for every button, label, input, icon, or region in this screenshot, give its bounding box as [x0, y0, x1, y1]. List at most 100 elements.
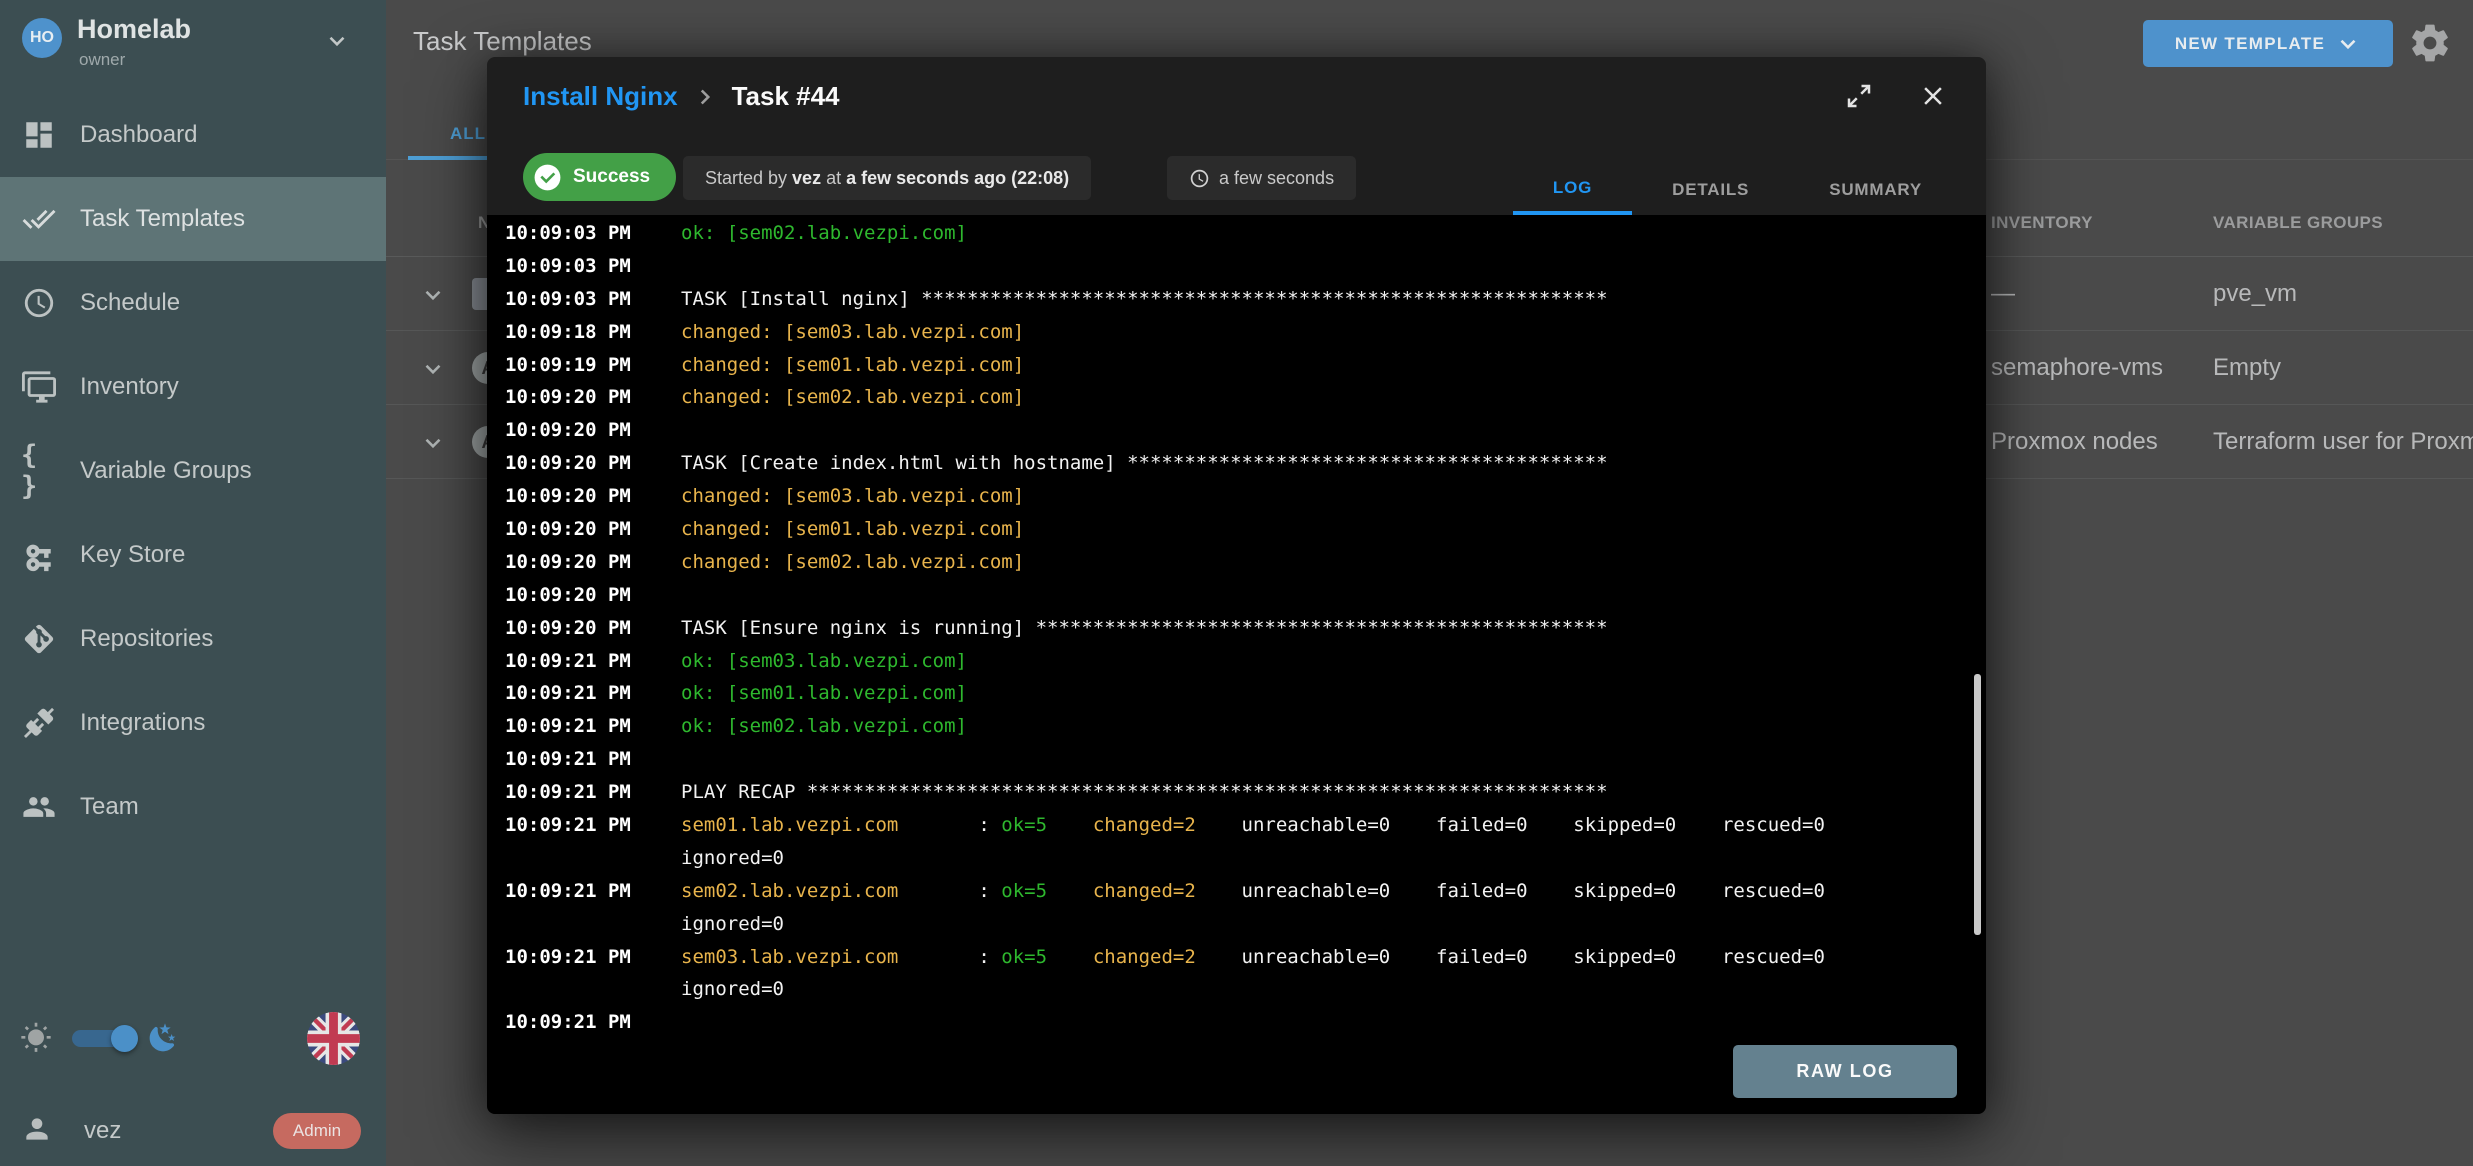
dialog-actions	[1844, 81, 1948, 111]
theme-switcher-row	[0, 1012, 386, 1064]
log-line: 10:09:21 PMok: [sem02.lab.vezpi.com]	[505, 710, 1986, 743]
task-number: Task #44	[732, 81, 840, 112]
variable-groups-cell: pve_vm	[2213, 257, 2297, 331]
sidebar-item-label: Repositories	[80, 625, 213, 653]
sidebar-item-label: Variable Groups	[80, 457, 252, 485]
status-label: Success	[573, 166, 650, 188]
started-by-chip: Started by vez at a few seconds ago (22:…	[683, 156, 1091, 200]
duration-chip: a few seconds	[1167, 156, 1356, 200]
duration-label: a few seconds	[1219, 168, 1334, 189]
task-log-output: 10:09:03 PMok: [sem02.lab.vezpi.com]10:0…	[487, 215, 1986, 1114]
username: vez	[84, 1117, 121, 1145]
sidebar-item-label: Integrations	[80, 709, 205, 737]
close-icon[interactable]	[1918, 81, 1948, 111]
sidebar-item-schedule[interactable]: Schedule	[0, 261, 386, 345]
tab-log[interactable]: LOG	[1513, 165, 1632, 215]
clock-icon	[21, 285, 57, 321]
chevron-down-icon[interactable]	[420, 282, 446, 313]
log-line: 10:09:19 PMchanged: [sem01.lab.vezpi.com…	[505, 349, 1986, 382]
column-header-variable-groups: VARIABLE GROUPS	[2213, 213, 2383, 233]
sidebar-item-task-templates[interactable]: Task Templates	[0, 177, 386, 261]
status-badge: Success	[523, 153, 676, 201]
breadcrumb: Install Nginx Task #44	[523, 81, 840, 112]
language-flag-uk[interactable]	[307, 1012, 360, 1065]
chevron-down-icon[interactable]	[420, 430, 446, 461]
log-line: 10:09:20 PMTASK [Ensure nginx is running…	[505, 612, 1986, 645]
log-scrollbar[interactable]	[1974, 674, 1981, 935]
log-line: 10:09:21 PMsem03.lab.vezpi.com : ok=5 ch…	[505, 941, 1986, 974]
inventory-cell: semaphore-vms	[1991, 331, 2163, 405]
moon-icon	[147, 1022, 179, 1059]
sidebar-item-label: Inventory	[80, 373, 179, 401]
sidebar-item-repositories[interactable]: Repositories	[0, 597, 386, 681]
admin-badge: Admin	[273, 1113, 361, 1149]
dashboard-icon	[21, 117, 57, 153]
sidebar-item-inventory[interactable]: Inventory	[0, 345, 386, 429]
project-avatar: HO	[22, 18, 62, 58]
clock-icon	[1189, 168, 1210, 189]
log-line: 10:09:21 PM	[505, 743, 1986, 776]
log-line: 10:09:03 PMTASK [Install nginx] ********…	[505, 283, 1986, 316]
log-line: 10:09:18 PMchanged: [sem03.lab.vezpi.com…	[505, 316, 1986, 349]
key-icon	[21, 537, 57, 573]
task-status-bar: Success Started by vez at a few seconds …	[487, 141, 1986, 215]
tab-details[interactable]: DETAILS	[1632, 165, 1789, 215]
log-line: 10:09:20 PM	[505, 414, 1986, 447]
sidebar-item-label: Schedule	[80, 289, 180, 317]
sidebar-item-dashboard[interactable]: Dashboard	[0, 93, 386, 177]
sidebar-item-label: Key Store	[80, 541, 185, 569]
inventory-cell: Proxmox nodes	[1991, 405, 2158, 479]
log-line: 10:09:20 PMTASK [Create index.html with …	[505, 447, 1986, 480]
log-line: 10:09:21 PM	[505, 1006, 1986, 1039]
task-dialog: Install Nginx Task #44 Success Started b…	[487, 57, 1986, 1114]
sidebar-item-label: Team	[80, 793, 139, 821]
inventory-cell: —	[1991, 257, 2015, 331]
sidebar-item-label: Dashboard	[80, 121, 197, 149]
sidebar-item-integrations[interactable]: Integrations	[0, 681, 386, 765]
column-header-inventory: INVENTORY	[1991, 213, 2093, 233]
log-line: 10:09:03 PM	[505, 250, 1986, 283]
log-line: 10:09:20 PMchanged: [sem02.lab.vezpi.com…	[505, 546, 1986, 579]
git-icon	[21, 621, 57, 657]
check-circle-icon	[532, 162, 563, 193]
log-line: 10:09:21 PMok: [sem03.lab.vezpi.com]	[505, 645, 1986, 678]
user-icon	[21, 1113, 53, 1150]
sidebar-item-key-store[interactable]: Key Store	[0, 513, 386, 597]
sidebar: HO Homelab owner Dashboard Task Template…	[0, 0, 386, 1166]
user-menu[interactable]: vez Admin	[0, 1105, 386, 1157]
people-icon	[21, 789, 57, 825]
chevron-right-icon	[692, 84, 718, 110]
sidebar-item-variable-groups[interactable]: { } Variable Groups	[0, 429, 386, 513]
template-link[interactable]: Install Nginx	[523, 81, 678, 112]
project-name: Homelab	[77, 14, 191, 45]
chevron-down-icon	[324, 28, 350, 59]
toggle-knob	[111, 1025, 138, 1052]
log-line: 10:09:21 PMsem01.lab.vezpi.com : ok=5 ch…	[505, 809, 1986, 842]
log-line: 10:09:20 PMchanged: [sem02.lab.vezpi.com…	[505, 381, 1986, 414]
expand-icon[interactable]	[1844, 81, 1874, 111]
braces-icon: { }	[21, 453, 57, 489]
log-line: ignored=0	[505, 842, 1986, 875]
log-line: 10:09:03 PMok: [sem02.lab.vezpi.com]	[505, 217, 1986, 250]
log-line: 10:09:20 PMchanged: [sem03.lab.vezpi.com…	[505, 480, 1986, 513]
dark-mode-toggle[interactable]	[72, 1030, 132, 1047]
tab-summary[interactable]: SUMMARY	[1789, 165, 1962, 215]
connection-icon	[21, 705, 57, 741]
project-role: owner	[79, 50, 125, 70]
log-line: ignored=0	[505, 973, 1986, 1006]
sun-icon	[20, 1022, 52, 1059]
monitor-icon	[21, 369, 57, 405]
sidebar-item-team[interactable]: Team	[0, 765, 386, 849]
project-switcher[interactable]: HO Homelab owner	[0, 0, 386, 93]
task-dialog-header: Install Nginx Task #44	[487, 57, 1986, 141]
raw-log-button[interactable]: RAW LOG	[1733, 1045, 1957, 1098]
task-dialog-tabs: LOG DETAILS SUMMARY	[1513, 165, 1962, 215]
log-line: 10:09:21 PMPLAY RECAP ******************…	[505, 776, 1986, 809]
log-line: ignored=0	[505, 908, 1986, 941]
checks-icon	[21, 201, 57, 237]
log-line: 10:09:21 PMsem02.lab.vezpi.com : ok=5 ch…	[505, 875, 1986, 908]
variable-groups-cell: Empty	[2213, 331, 2281, 405]
log-line: 10:09:20 PM	[505, 579, 1986, 612]
chevron-down-icon[interactable]	[420, 356, 446, 387]
variable-groups-cell: Terraform user for Proxmox	[2213, 405, 2473, 479]
